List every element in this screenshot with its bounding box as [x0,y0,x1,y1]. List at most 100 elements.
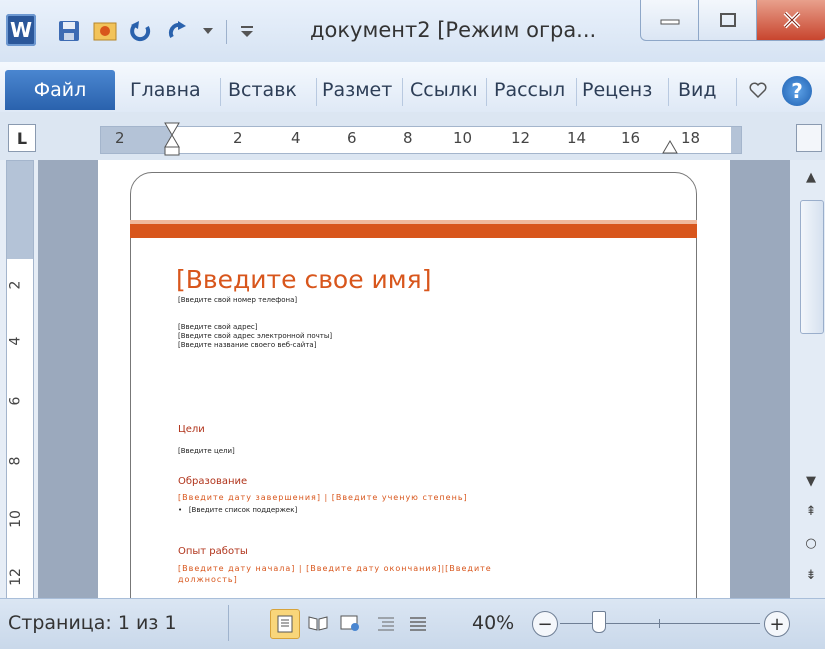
zoom-center-tick [659,619,660,628]
tab-insert[interactable]: Вставк [228,72,308,108]
education-line[interactable]: [Введите дату завершения] | [Введите уче… [178,493,468,502]
status-bar: Страница: 1 из 1 40% − + [0,598,825,649]
experience-heading: Опыт работы [178,546,248,557]
zoom-level[interactable]: 40% [472,612,514,634]
draft-view-button[interactable] [404,609,432,637]
ruler-number: 10 [7,510,24,528]
view-ruler-button[interactable] [796,124,822,152]
tab-mailings[interactable]: Рассыл [494,72,572,108]
undo-icon[interactable] [126,16,156,46]
tab-divider [402,78,403,106]
indent-marker[interactable] [163,121,181,157]
vertical-scrollbar[interactable]: ▲ ▼ ⇞ ○ ⇟ [790,160,825,598]
ruler-number: 8 [7,456,24,466]
ruler-number: 16 [621,129,641,147]
maximize-button[interactable] [698,0,758,41]
name-field[interactable]: [Введите свое имя] [176,265,431,294]
ruler-number: 6 [7,396,24,406]
divider [226,20,227,44]
document-page[interactable]: [Введите свое имя] [Введите свой номер т… [98,160,730,598]
minimize-icon [660,19,680,25]
tab-layout[interactable]: Размет [322,72,398,108]
minimize-button[interactable] [640,0,700,41]
outline-icon [378,617,394,631]
tab-divider [576,78,577,106]
heart-icon[interactable] [748,80,768,104]
maximize-icon [720,13,736,27]
ruler-number: 2 [7,280,24,290]
zoom-out-button[interactable]: − [532,611,558,637]
title-bar: W документ2 [Режим огра... [0,0,825,62]
goals-heading: Цели [178,424,205,435]
tab-file[interactable]: Файл [5,70,115,110]
web-layout-icon [340,615,359,631]
tab-divider [486,78,487,106]
help-icon[interactable]: ? [782,76,812,106]
achievements-item[interactable]: • [Введите список поддержек] [178,506,297,514]
print-layout-icon [277,615,293,633]
ruler-number: 14 [567,129,587,147]
email-field[interactable]: [Введите свой адрес электронной почты] [178,332,332,340]
tab-selector-button[interactable]: L [8,124,36,152]
education-heading: Образование [178,476,248,487]
new-icon[interactable] [90,16,120,46]
save-icon[interactable] [54,16,84,46]
horizontal-ruler[interactable]: 2 2 4 6 8 10 12 14 16 18 [100,122,742,156]
chevron-down-icon[interactable] [198,16,218,46]
divider [228,605,229,641]
web-layout-view-button[interactable] [336,609,364,637]
ruler-number: 8 [403,129,413,147]
outline-view-button[interactable] [372,609,400,637]
tab-divider [668,78,669,106]
page-count-status[interactable]: Страница: 1 из 1 [8,612,177,634]
ruler-number: 4 [7,336,24,346]
tab-home[interactable]: Главна [130,72,208,108]
close-icon [783,11,800,29]
customize-icon[interactable] [234,16,260,46]
experience-line[interactable]: [Введите дату начала] | [Введите дату ок… [178,564,492,573]
zoom-slider-track[interactable] [560,623,760,624]
tab-divider [736,78,737,106]
phone-field[interactable]: [Введите свой номер телефона] [178,296,297,304]
close-button[interactable] [756,0,825,41]
header-stripe [130,224,697,238]
ruler-number: 4 [291,129,301,147]
reading-view-button[interactable] [304,609,332,637]
next-page-icon[interactable]: ⇟ [800,564,822,586]
zoom-slider-thumb[interactable] [592,611,606,633]
tab-divider [316,78,317,106]
ruler-number: 2 [233,129,243,147]
ruler-margin [7,161,33,259]
website-field[interactable]: [Введите название своего веб-сайта] [178,341,316,349]
browse-object-icon[interactable]: ○ [800,532,822,554]
tab-references[interactable]: Ссылкı [410,72,482,108]
redo-icon[interactable] [164,16,194,46]
ruler-area: L 2 2 4 6 8 10 12 14 16 18 [0,112,825,160]
scroll-up-icon[interactable]: ▲ [800,166,822,188]
ruler-number: 12 [511,129,531,147]
tab-divider [220,78,221,106]
ruler-number: 18 [681,129,701,147]
previous-page-icon[interactable]: ⇞ [800,500,822,522]
tab-review[interactable]: Реценз [582,72,662,108]
ruler-number: 12 [7,568,24,586]
scroll-thumb[interactable] [800,200,824,334]
vertical-ruler[interactable]: 2 4 6 8 10 12 [6,160,34,600]
ruler-margin [731,127,741,153]
window-title: документ2 [Режим огра... [310,18,597,42]
address-field[interactable]: [Введите свой адрес] [178,323,257,331]
zoom-in-button[interactable]: + [764,611,790,637]
right-indent-marker[interactable] [661,133,679,155]
draft-icon [410,617,426,631]
word-app-icon[interactable]: W [6,14,36,46]
scroll-down-icon[interactable]: ▼ [800,470,822,492]
goals-field[interactable]: [Введите цели] [178,447,235,455]
ruler-margin [101,127,171,153]
print-layout-view-button[interactable] [270,609,300,639]
experience-line-2[interactable]: должность] [178,575,238,584]
reading-view-icon [308,616,328,631]
ruler-number: 6 [347,129,357,147]
tab-view[interactable]: Вид [678,72,722,108]
document-area[interactable]: [Введите свое имя] [Введите свой номер т… [38,160,790,598]
ruler-number: 10 [453,129,473,147]
